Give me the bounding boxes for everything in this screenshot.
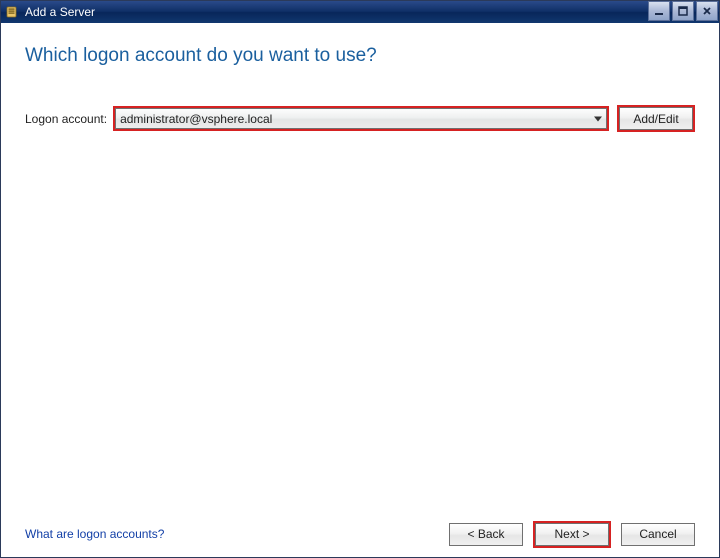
window-title: Add a Server [25,5,647,19]
logon-account-label: Logon account: [25,112,107,126]
titlebar-buttons [647,1,719,23]
footer-buttons: < Back Next > Cancel [449,521,695,548]
close-button[interactable] [696,1,718,21]
minimize-button[interactable] [648,1,670,21]
add-edit-button[interactable]: Add/Edit [619,107,693,130]
cancel-button[interactable]: Cancel [621,523,695,546]
next-button-highlight: Next > [533,521,611,548]
add-server-window: Add a Server Which logon account do you … [0,0,720,558]
app-icon [5,4,21,20]
content-area: Which logon account do you want to use? … [1,23,719,511]
add-edit-highlight: Add/Edit [617,105,695,132]
titlebar[interactable]: Add a Server [1,1,719,23]
back-button[interactable]: < Back [449,523,523,546]
logon-account-highlight: administrator@vsphere.local [113,106,609,131]
maximize-button[interactable] [672,1,694,21]
help-link[interactable]: What are logon accounts? [25,527,164,541]
next-button[interactable]: Next > [535,523,609,546]
logon-account-value: administrator@vsphere.local [120,112,272,126]
footer: What are logon accounts? < Back Next > C… [1,511,719,557]
page-heading: Which logon account do you want to use? [25,45,695,67]
chevron-down-icon [594,116,602,121]
logon-account-combobox[interactable]: administrator@vsphere.local [115,108,607,129]
logon-account-row: Logon account: administrator@vsphere.loc… [25,105,695,132]
